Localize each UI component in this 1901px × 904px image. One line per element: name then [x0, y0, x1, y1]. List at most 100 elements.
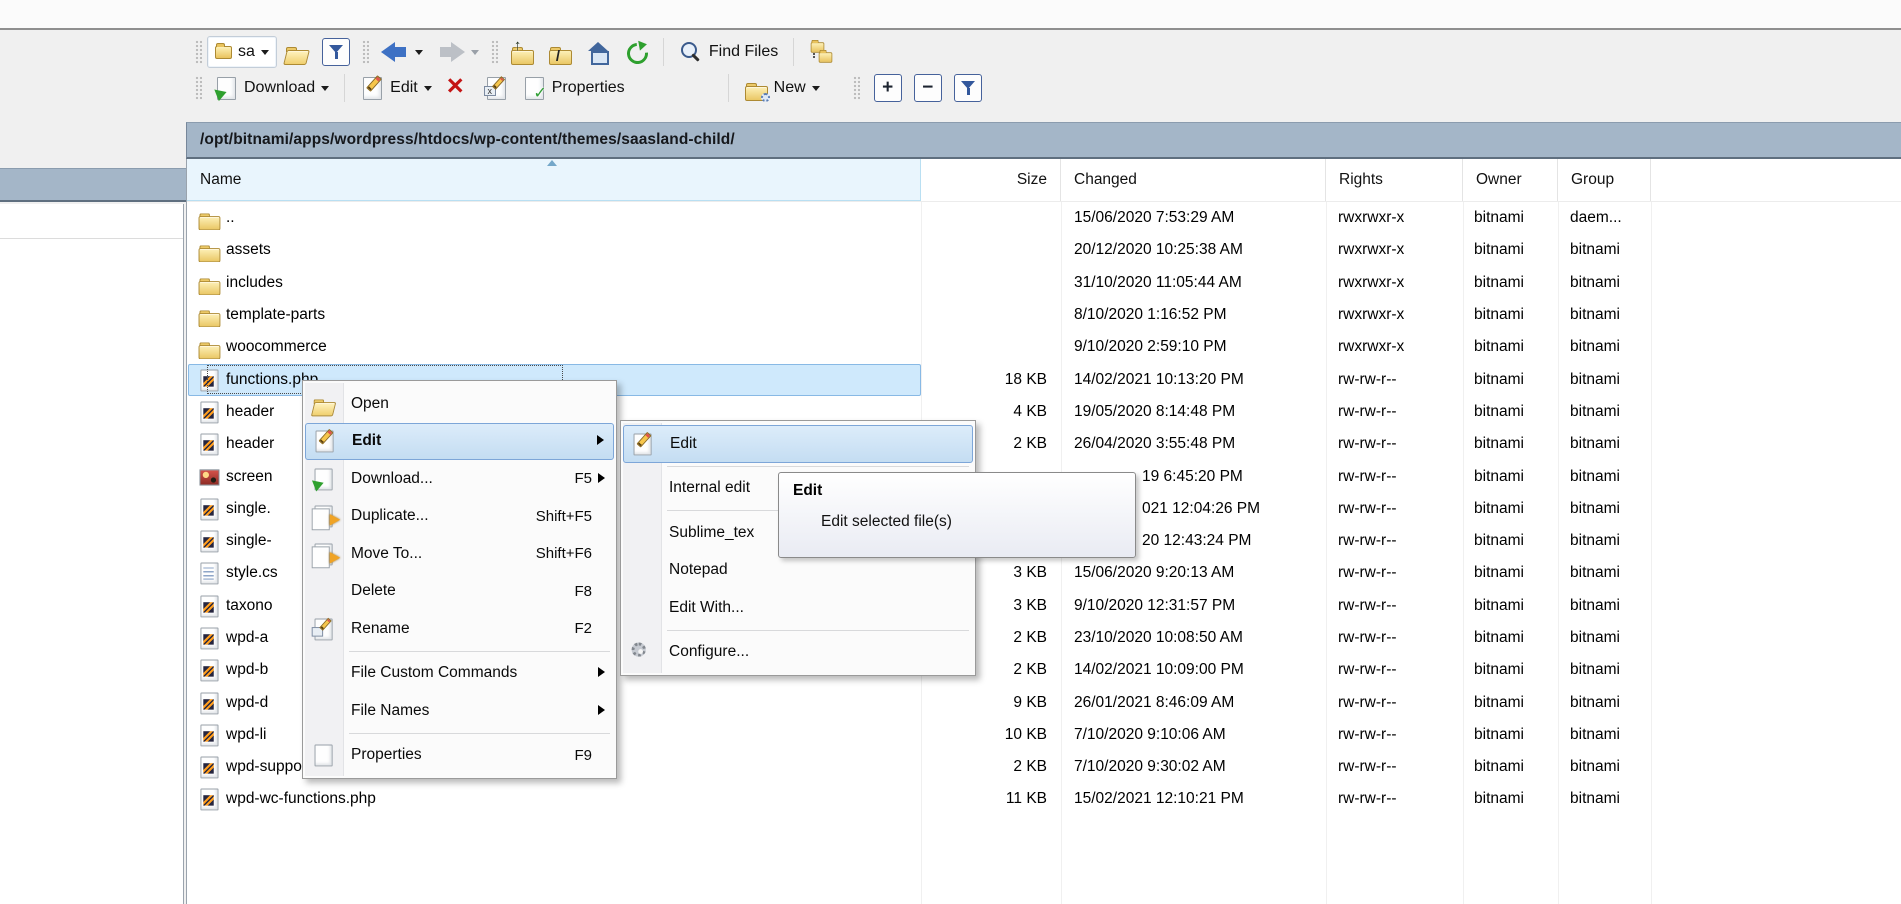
context-menu-item[interactable]: Duplicate... Shift+F5 [305, 498, 614, 536]
select-remove-button[interactable]: − [913, 74, 942, 102]
toolbar-grip[interactable] [490, 40, 498, 64]
delete-button[interactable]: × [439, 72, 477, 104]
menu-item-shortcut: Shift+F5 [535, 507, 592, 525]
file-row[interactable]: template-parts 8/10/2020 1:16:52 PM rwxr… [187, 299, 1901, 331]
file-group: bitnami [1570, 499, 1620, 517]
column-header-owner[interactable]: Owner [1463, 159, 1558, 201]
file-rights: rwxrwxr-x [1338, 338, 1405, 356]
file-row[interactable]: wpd-wc-functions.php 11 KB 15/02/2021 12… [187, 783, 1901, 815]
properties-button[interactable]: ✓ Properties [515, 72, 632, 104]
file-row[interactable]: includes 31/10/2020 11:05:44 AM rwxrwxr-… [187, 267, 1901, 299]
context-menu-item[interactable]: File Names [305, 692, 614, 730]
column-header-rights[interactable]: Rights [1326, 159, 1463, 201]
submenu-item-icon [630, 477, 657, 500]
new-dropdown-icon[interactable] [811, 85, 820, 91]
forward-history-dropdown-icon[interactable] [470, 49, 479, 55]
toolbar-separator [727, 74, 729, 102]
session-button[interactable]: sa [207, 36, 277, 68]
file-row[interactable]: .. 15/06/2020 7:53:29 AM rwxrwxr-x bitna… [187, 202, 1901, 234]
submenu-item[interactable]: Configure... [623, 634, 973, 672]
context-menu-item[interactable] [305, 730, 614, 737]
file-name: .. [226, 209, 235, 227]
file-group: bitnami [1570, 435, 1620, 453]
tooltip-title: Edit [793, 482, 823, 499]
edit-tooltip: Edit Edit selected file(s) [778, 472, 1136, 558]
parent-directory-button[interactable]: ↑ [503, 36, 541, 68]
filter-button[interactable] [315, 36, 357, 68]
context-menu-item[interactable]: Open [305, 385, 614, 423]
session-dropdown-icon[interactable] [260, 49, 269, 55]
home-directory-button[interactable] [579, 36, 617, 68]
file-owner: bitnami [1474, 499, 1524, 517]
column-header-changed[interactable]: Changed [1061, 159, 1326, 201]
file-group: bitnami [1570, 467, 1620, 485]
file-name: assets [226, 241, 271, 259]
file-row[interactable]: assets 20/12/2020 10:25:38 AM rwxrwxr-x … [187, 234, 1901, 266]
submenu-item[interactable] [623, 463, 973, 470]
submenu-item[interactable]: Edit [623, 425, 973, 463]
submenu-item-icon [630, 521, 657, 544]
new-folder-icon [744, 76, 770, 102]
context-menu-item[interactable]: Edit [305, 422, 614, 460]
file-name-cell[interactable]: woocommerce [187, 335, 921, 360]
context-menu-item[interactable]: Rename F2 [305, 610, 614, 648]
file-type-icon [198, 788, 221, 811]
find-files-button[interactable]: Find Files [672, 36, 785, 68]
forward-button[interactable] [430, 36, 486, 68]
download-button[interactable]: Download [207, 72, 336, 104]
rename-button[interactable]: x [477, 72, 515, 104]
back-arrow-icon [380, 42, 409, 62]
sort-ascending-icon [547, 160, 557, 166]
context-menu-item[interactable]: Download... F5 [305, 460, 614, 498]
toolbar-grip[interactable] [195, 76, 202, 100]
local-panel-header-divider [0, 238, 183, 239]
file-type-icon [198, 401, 221, 424]
toolbar-grip[interactable] [361, 40, 369, 64]
context-menu-item[interactable]: Move To... Shift+F6 [305, 535, 614, 573]
menu-item-icon [312, 699, 339, 722]
context-menu-item[interactable] [305, 648, 614, 655]
column-header-name[interactable]: Name [187, 159, 921, 201]
file-changed: 9/10/2020 12:31:57 PM [1074, 596, 1236, 614]
edit-dropdown-icon[interactable] [423, 85, 432, 91]
local-panel-path-bar [0, 168, 186, 202]
open-session-button[interactable] [277, 36, 315, 68]
column-label-owner: Owner [1476, 171, 1522, 188]
toolbar-grip[interactable] [852, 76, 860, 100]
file-type-icon [198, 497, 221, 521]
new-button[interactable]: New [737, 72, 827, 104]
file-name-cell[interactable]: template-parts [187, 303, 921, 328]
context-menu-item[interactable]: Properties F9 [305, 737, 614, 775]
column-label-size: Size [1016, 171, 1047, 188]
context-menu-item[interactable]: File Custom Commands [305, 655, 614, 693]
file-rights: rwxrwxr-x [1338, 209, 1405, 227]
file-name-cell[interactable]: .. [187, 206, 921, 231]
file-changed: 31/10/2020 11:05:44 AM [1074, 273, 1242, 291]
menu-item-label: File Names [351, 701, 430, 719]
download-dropdown-icon[interactable] [321, 85, 330, 91]
refresh-button[interactable] [617, 36, 655, 68]
submenu-item[interactable] [623, 627, 973, 634]
back-history-dropdown-icon[interactable] [414, 49, 423, 55]
file-name-cell[interactable]: assets [187, 238, 921, 263]
synchronize-browsing-button[interactable] [802, 36, 840, 68]
selection-filter-button[interactable] [953, 74, 982, 102]
delete-x-icon: × [446, 70, 464, 102]
file-group: daem... [1570, 209, 1622, 227]
submenu-item[interactable]: Edit With... [623, 589, 973, 627]
root-directory-button[interactable]: / [541, 36, 579, 68]
file-name-cell[interactable]: wpd-wc-functions.php [187, 787, 921, 811]
context-menu-item[interactable]: Delete F8 [305, 573, 614, 611]
column-header-group[interactable]: Group [1558, 159, 1651, 201]
edit-button[interactable]: Edit [353, 72, 439, 104]
column-header-size[interactable]: Size [921, 159, 1061, 201]
file-owner: bitnami [1474, 467, 1524, 485]
select-add-button[interactable]: + [873, 74, 902, 102]
remote-path-bar[interactable]: /opt/bitnami/apps/wordpress/htdocs/wp-co… [186, 122, 1901, 159]
back-button[interactable] [374, 36, 430, 68]
file-row[interactable]: woocommerce 9/10/2020 2:59:10 PM rwxrwxr… [187, 331, 1901, 363]
file-name: wpd-a [226, 629, 269, 646]
toolbar-grip[interactable] [195, 40, 202, 64]
file-name-cell[interactable]: includes [187, 271, 921, 295]
navigation-toolbar: sa ↑ / Find Files [190, 34, 1901, 70]
